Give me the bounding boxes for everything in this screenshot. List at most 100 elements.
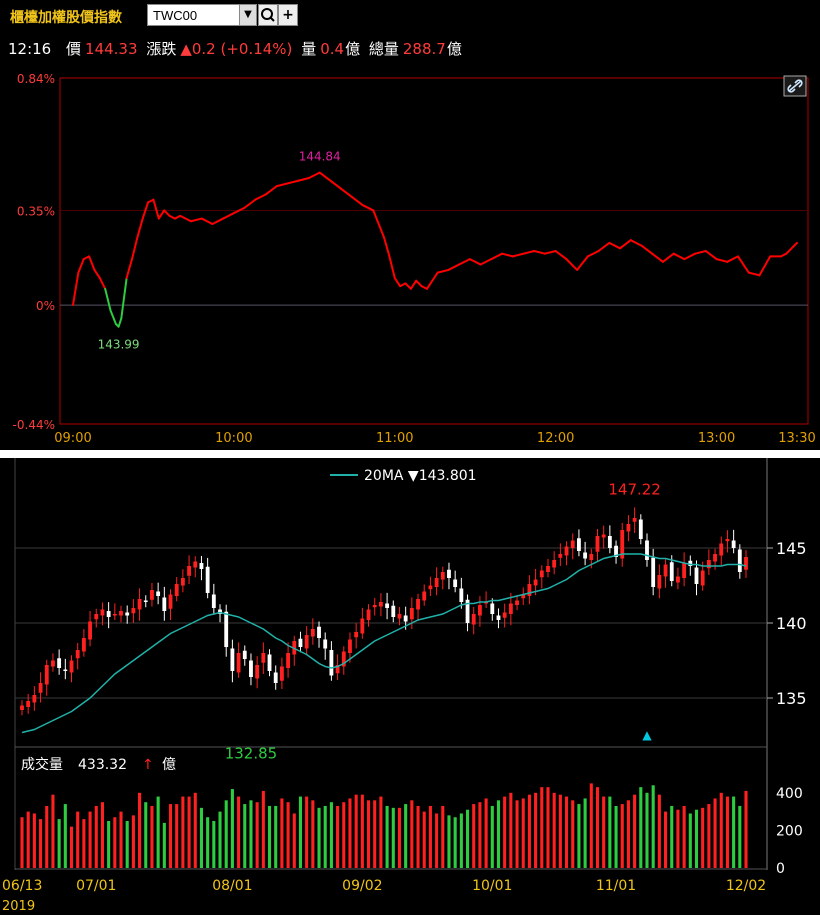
volume-bar	[633, 794, 637, 868]
intraday-line-segment	[200, 217, 214, 225]
volume-bar	[286, 802, 290, 868]
volume-bar	[336, 805, 340, 868]
intraday-grid	[60, 209, 808, 306]
candle-body	[162, 597, 167, 611]
intraday-line-segment	[608, 241, 622, 250]
daily-chart[interactable]: 20MA ▼143.801 145 140 135 147.22 132.85 ▲ 成交…	[0, 458, 820, 915]
daily-annotations: 147.22 132.85 ▲	[225, 481, 661, 763]
candle-body	[533, 579, 538, 586]
volume-bar	[150, 805, 154, 868]
candle-body	[409, 608, 414, 620]
intraday-line-segment	[533, 250, 546, 255]
intraday-line-segment	[77, 258, 85, 274]
volume-bar	[82, 819, 86, 868]
candle-body	[32, 695, 37, 703]
candle-body	[391, 605, 396, 617]
candle-body	[645, 540, 649, 560]
volume-bar	[546, 787, 550, 868]
volume-bar	[206, 817, 210, 868]
candle-body	[88, 621, 92, 640]
volume-bar	[119, 811, 123, 868]
intraday-line-segment	[737, 255, 750, 274]
intraday-chart[interactable]: 0.84% 0.35% 0% -0.44% 09:00 10:00 11:00 12:00 1…	[0, 66, 820, 450]
candle-body	[137, 599, 142, 610]
quote-bar: 12:16 價 144.33 漲跌 ▲0.2 (+0.14%) 量 0.4億 總量 28…	[8, 38, 466, 59]
volume-bar	[404, 804, 408, 868]
candle-body	[100, 609, 105, 616]
intraday-line-segment	[307, 171, 321, 180]
intraday-line-segment	[109, 309, 117, 325]
candle-body	[502, 612, 507, 618]
volume-bar	[237, 796, 241, 868]
volume-bar	[69, 826, 74, 868]
candle-body	[249, 660, 253, 677]
daily-annotation: 132.85	[225, 744, 278, 762]
volume-bar	[447, 815, 451, 868]
intraday-line-segment	[651, 252, 664, 263]
candle-body	[422, 591, 427, 601]
intraday-series	[72, 171, 798, 328]
volume-bar	[181, 796, 185, 868]
candle-body	[298, 638, 303, 647]
volume-bar	[410, 800, 414, 868]
intraday-x-tick: 09:00	[54, 431, 91, 446]
toolbar: 櫃檯加權股價指數 TWC00 ▼ +	[0, 0, 820, 32]
candle-body	[595, 536, 600, 552]
volume-bar	[441, 805, 445, 868]
volume-bar	[478, 802, 482, 868]
intraday-line-segment	[597, 241, 611, 252]
candle-body	[558, 554, 563, 558]
volume-bar	[274, 805, 278, 868]
volume-bar	[701, 807, 705, 868]
candle-body	[236, 653, 241, 673]
candle-body	[26, 701, 31, 707]
volume-bar	[51, 794, 55, 868]
volume-bar	[583, 798, 587, 868]
intraday-line-segment	[265, 185, 278, 196]
candle-body	[564, 546, 569, 556]
volume-y-ticks: 400 200 0	[776, 786, 803, 877]
search-icon[interactable]	[258, 4, 278, 26]
candle-body	[607, 536, 612, 548]
candle-body	[676, 576, 680, 583]
candle-body	[372, 605, 377, 608]
candle-body	[527, 584, 532, 596]
candle-body	[453, 579, 458, 587]
volume-bar	[391, 807, 395, 868]
intraday-line-segment	[415, 279, 423, 288]
candle-body	[119, 611, 123, 616]
volume-bar	[744, 790, 748, 868]
volume-bar	[187, 796, 191, 868]
volume-bar	[323, 805, 327, 868]
volume-bar	[435, 813, 439, 868]
candle-body	[669, 562, 674, 581]
candle-body	[577, 538, 581, 551]
volume-label: 量	[301, 40, 317, 58]
intraday-line-segment	[372, 209, 386, 239]
volume-bar	[39, 819, 43, 868]
panel-divider	[0, 450, 820, 458]
volume-bar	[657, 794, 661, 868]
candle-body	[57, 658, 62, 668]
intraday-y-tick: 0.84%	[17, 72, 55, 86]
link-icon[interactable]	[783, 75, 807, 97]
intraday-line-segment	[157, 209, 166, 220]
volume-bar	[428, 805, 432, 868]
candle-body	[150, 590, 154, 600]
symbol-select[interactable]: TWC00 ▼	[147, 4, 257, 26]
intraday-line-segment	[404, 282, 412, 290]
candle-body	[744, 557, 748, 570]
candle-body	[199, 563, 204, 569]
daily-candles	[20, 507, 748, 716]
year-label: 2019	[2, 899, 35, 914]
intraday-line-segment	[275, 182, 289, 188]
symbol-input[interactable]: TWC00	[153, 8, 197, 23]
intraday-x-tick: 11:00	[376, 431, 413, 446]
plus-icon[interactable]: +	[278, 4, 298, 26]
chevron-down-icon[interactable]: ▼	[239, 5, 256, 25]
volume-bar	[682, 805, 686, 868]
intraday-x-ticks: 09:00 10:00 11:00 12:00 13:00 13:30	[54, 431, 815, 446]
volume-bar	[255, 802, 259, 868]
volume-bar	[732, 796, 736, 868]
candle-body	[205, 566, 210, 593]
